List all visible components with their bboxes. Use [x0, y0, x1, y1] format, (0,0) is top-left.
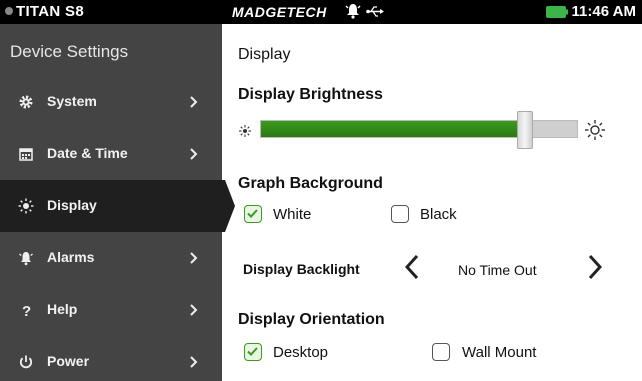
sidebar-item-label: Help — [47, 301, 78, 317]
status-bar: TITAN S8 MADGETECH 11:46 AM — [0, 0, 642, 24]
brightness-slider-fill — [261, 121, 525, 137]
white-background-label: White — [273, 206, 312, 223]
chevron-left-icon[interactable] — [405, 254, 419, 280]
sidebar-item-date-time[interactable]: Date & Time — [0, 128, 222, 180]
gear-icon — [19, 95, 33, 109]
checkmark-icon — [247, 209, 258, 218]
device-model: TITAN S8 — [16, 3, 84, 20]
wall-mount-orientation-label: Wall Mount — [462, 344, 537, 361]
calendar-icon — [19, 148, 33, 161]
power-icon — [19, 355, 33, 369]
alarm-bell-icon — [345, 4, 361, 19]
desktop-orientation-checkbox[interactable] — [244, 343, 262, 361]
sidebar-item-help[interactable]: ? Help — [0, 284, 222, 336]
brightness-high-icon — [585, 120, 605, 140]
sidebar-item-display[interactable]: Display — [0, 180, 235, 232]
backlight-value: No Time Out — [458, 262, 537, 278]
desktop-orientation-label: Desktop — [273, 344, 329, 361]
display-settings-panel: Display Display Brightness Graph Backgro… — [222, 24, 642, 381]
sidebar-item-alarms[interactable]: Alarms — [0, 232, 222, 284]
orientation-heading: Display Orientation — [238, 311, 385, 328]
status-dot-icon — [5, 7, 13, 15]
sidebar-item-label: Alarms — [47, 249, 95, 265]
chevron-right-icon — [190, 356, 198, 368]
sidebar-item-label: Power — [47, 353, 90, 369]
svg-text:?: ? — [22, 303, 31, 318]
white-background-checkbox[interactable] — [244, 205, 262, 223]
sidebar-item-system[interactable]: System — [0, 76, 222, 128]
sidebar-item-label: System — [47, 93, 97, 109]
brightness-low-icon — [239, 125, 251, 137]
graph-background-heading: Graph Background — [238, 175, 383, 192]
sidebar-item-label: Date & Time — [47, 145, 128, 161]
brightness-slider-thumb[interactable] — [517, 111, 533, 149]
chevron-right-icon — [190, 148, 198, 160]
chevron-right-icon — [190, 304, 198, 316]
battery-icon — [546, 6, 568, 18]
sidebar-item-power[interactable]: Power — [0, 336, 222, 381]
clock-time: 11:46 AM — [571, 3, 636, 20]
sun-icon — [18, 198, 34, 214]
black-background-label: Black — [420, 206, 457, 223]
black-background-checkbox[interactable] — [391, 205, 409, 223]
sidebar: Device Settings System Date & Time Displ… — [0, 24, 235, 381]
alarm-bell-icon — [19, 252, 33, 266]
brightness-heading: Display Brightness — [238, 86, 383, 103]
brightness-slider[interactable] — [260, 111, 578, 149]
chevron-right-icon — [190, 252, 198, 264]
backlight-label: Display Backlight — [243, 261, 360, 277]
checkmark-icon — [247, 347, 258, 356]
brand-logo: MADGETECH — [232, 4, 327, 20]
page-title: Display — [238, 46, 291, 63]
sidebar-title: Device Settings — [10, 42, 129, 61]
wall-mount-orientation-checkbox[interactable] — [432, 343, 450, 361]
usb-icon — [366, 6, 384, 17]
sidebar-item-label: Display — [47, 197, 97, 213]
chevron-right-icon — [190, 96, 198, 108]
question-icon: ? — [22, 303, 31, 318]
chevron-right-icon[interactable] — [588, 254, 602, 280]
